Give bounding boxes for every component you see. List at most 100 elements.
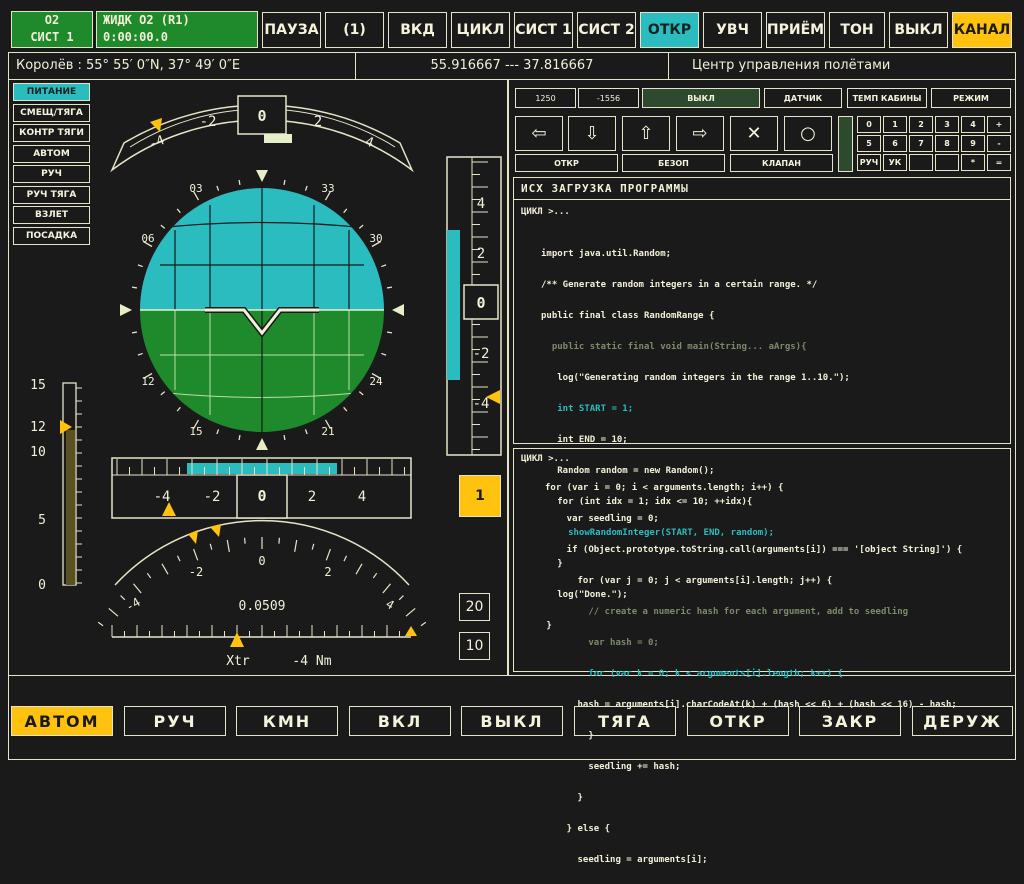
bottom-thrust-button[interactable]: ТЯГА <box>574 706 676 736</box>
circle-icon: ○ <box>800 123 816 144</box>
bottom-manual-button[interactable]: РУЧ <box>124 706 226 736</box>
valve-button[interactable]: КЛАПАН <box>730 154 833 172</box>
tick <box>216 185 220 191</box>
level-one-button[interactable]: 1 <box>459 475 501 517</box>
bottom-scale-pointer <box>230 632 244 647</box>
tick <box>226 539 230 552</box>
vtape-2: 2 <box>477 246 485 262</box>
uhf-button[interactable]: УВЧ <box>703 12 762 48</box>
con-line-12: seedling = arguments[i]; <box>545 854 708 865</box>
key-4[interactable]: 4 <box>961 116 985 133</box>
key-0[interactable]: 0 <box>857 116 881 133</box>
safe-button[interactable]: БЕЗОП <box>622 154 725 172</box>
bottom-hold-button[interactable]: ДЕРУЖ <box>912 706 1013 736</box>
key-manual[interactable]: РУЧ <box>857 154 881 171</box>
program-title-divider <box>513 199 1011 200</box>
key-6[interactable]: 6 <box>883 135 907 152</box>
lg-10: 10 <box>30 445 46 460</box>
tick <box>176 208 181 214</box>
con-line-0: for (var i = 0; i < arguments.length; i+… <box>545 482 784 493</box>
prog-line-4: log("Generating random integers in the r… <box>541 372 850 383</box>
tick <box>97 621 104 627</box>
tick <box>343 555 348 562</box>
tick <box>325 548 331 561</box>
receive-button[interactable]: ПРИЁМ <box>766 12 825 48</box>
key-blank-2[interactable] <box>935 154 959 171</box>
heading-right: 2 <box>314 114 322 130</box>
tick <box>176 555 181 562</box>
off-control-button[interactable]: ВЫКЛ <box>642 88 760 108</box>
range-10-button[interactable]: 10 <box>459 632 490 660</box>
tick <box>343 208 348 214</box>
close-icon: ✕ <box>746 123 762 144</box>
open-control-button[interactable]: ОТКР <box>515 154 618 172</box>
tick <box>386 286 393 289</box>
key-equals[interactable]: = <box>987 154 1011 171</box>
bottom-open-button[interactable]: ОТКР <box>687 706 789 736</box>
bottom-auto-button[interactable]: АВТОМ <box>11 706 113 736</box>
tick <box>382 583 392 594</box>
arrow-right-icon: ⇨ <box>692 123 708 144</box>
att-label-21: 21 <box>321 425 334 438</box>
open-button[interactable]: ОТКР <box>640 12 699 48</box>
cabin-temp-button[interactable]: ТЕМП КАБИНЫ <box>847 88 927 108</box>
key-plus[interactable]: + <box>987 116 1011 133</box>
circle-button[interactable]: ○ <box>784 116 832 151</box>
sensor-button[interactable]: ДАТЧИК <box>764 88 842 108</box>
tick <box>146 572 152 579</box>
htape-4: 4 <box>358 489 366 505</box>
bottom-close-button[interactable]: ЗАКР <box>799 706 901 736</box>
key-minus[interactable]: - <box>987 135 1011 152</box>
key-5[interactable]: 5 <box>857 135 881 152</box>
range-20-button[interactable]: 20 <box>459 593 490 621</box>
vtape-0: 0 <box>476 294 485 312</box>
bottom-scale: Xtr -4 Nm <box>111 625 417 669</box>
arrow-down-button[interactable]: ⇩ <box>568 116 616 151</box>
flight-instruments: 0 -2 2 -4 4 03 33 06 30 12 24 15 21 4 2 … <box>30 95 502 669</box>
tick <box>132 583 142 594</box>
tick <box>193 548 199 561</box>
key-3[interactable]: 3 <box>935 116 959 133</box>
center-text: Центр управления полётами <box>692 58 891 73</box>
arrow-up-button[interactable]: ⇧ <box>622 116 670 151</box>
program-prompt: ЦИКЛ >... <box>521 207 570 217</box>
sys2-button[interactable]: СИСТ 2 <box>577 12 636 48</box>
arrow-left-button[interactable]: ⇦ <box>515 116 563 151</box>
key-9[interactable]: 9 <box>961 135 985 152</box>
key-star[interactable]: * <box>961 154 985 171</box>
off-button[interactable]: ВЫКЛ <box>889 12 948 48</box>
att-label-12: 12 <box>141 375 154 388</box>
prog-line-3: public static final void main(String... … <box>541 341 807 352</box>
tick <box>283 434 286 441</box>
att-label-06: 06 <box>141 232 154 245</box>
bottom-off-button[interactable]: ВЫКЛ <box>461 706 563 736</box>
info-divider-2 <box>668 52 669 80</box>
value-1556-field[interactable]: -1556 <box>578 88 639 108</box>
cycle-button[interactable]: ЦИКЛ <box>451 12 510 48</box>
arrow-right-button[interactable]: ⇨ <box>676 116 724 151</box>
xtr-value: -4 Nm <box>292 654 331 669</box>
channel-button[interactable]: КАНАЛ <box>952 12 1012 48</box>
key-blank-1[interactable] <box>909 154 933 171</box>
bottom-kmn-button[interactable]: КМН <box>236 706 338 736</box>
con-line-5: var hash = 0; <box>545 637 659 648</box>
tone-button[interactable]: ТОН <box>829 12 885 48</box>
mode-button[interactable]: РЕЖИМ <box>931 88 1011 108</box>
vkd-button[interactable]: ВКД <box>388 12 447 48</box>
key-uk[interactable]: УК <box>883 154 907 171</box>
tick <box>176 406 181 412</box>
key-1[interactable]: 1 <box>883 116 907 133</box>
key-8[interactable]: 8 <box>935 135 959 152</box>
value-1250-field[interactable]: 1250 <box>515 88 576 108</box>
key-7[interactable]: 7 <box>909 135 933 152</box>
bottom-on-button[interactable]: ВКЛ <box>349 706 451 736</box>
con-line-3: for (var j = 0; j < arguments[i].length;… <box>545 575 833 586</box>
sys1-button[interactable]: СИСТ 1 <box>514 12 573 48</box>
channel-one-button[interactable]: (1) <box>325 12 384 48</box>
location-text: Королёв : 55° 55′ 0″N, 37° 49′ 0″E <box>16 58 241 73</box>
tick <box>420 621 427 627</box>
pause-button[interactable]: ПАУЗА <box>262 12 321 48</box>
key-2[interactable]: 2 <box>909 116 933 133</box>
cancel-x-button[interactable]: ✕ <box>730 116 778 151</box>
vtape-m2: -2 <box>473 346 490 362</box>
